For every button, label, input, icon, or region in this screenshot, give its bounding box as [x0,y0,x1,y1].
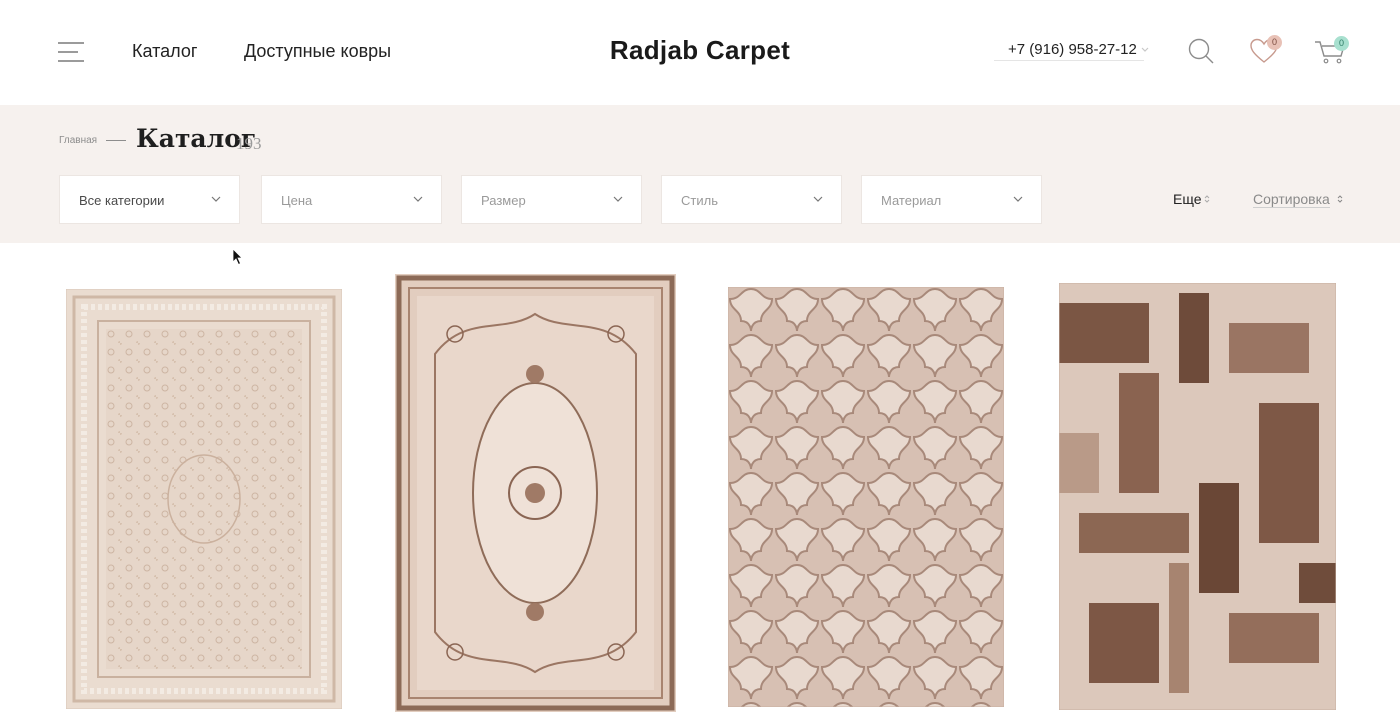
cart-count-badge: 0 [1334,36,1349,51]
chevron-down-icon [211,196,221,202]
product-card-rug-aubusson[interactable] [395,274,676,712]
product-card-rug-abstract-brown[interactable] [1059,283,1336,710]
more-filters-button[interactable]: Еще [1173,191,1202,207]
chevron-down-icon[interactable] [1140,44,1150,54]
filter-size[interactable]: Размер [461,175,642,224]
filter-price[interactable]: Цена [261,175,442,224]
product-card-rug-classic-beige[interactable] [66,289,342,709]
filter-categories[interactable]: Все категории [59,175,240,224]
breadcrumb-separator [106,140,126,141]
site-header: Каталог Доступные ковры Radjab Carpet +7… [0,0,1400,105]
filter-label: Материал [881,193,942,208]
filter-style[interactable]: Стиль [661,175,842,224]
product-card-rug-trellis[interactable] [728,287,1004,707]
mouse-cursor-icon [232,248,243,266]
favorites-count-badge: 0 [1267,35,1282,50]
filter-material[interactable]: Материал [861,175,1042,224]
chevron-down-icon [413,196,423,202]
rug-image [395,274,676,712]
filter-label: Стиль [681,193,718,208]
filter-label: Все категории [79,193,165,208]
rug-image [728,287,1004,707]
search-icon[interactable] [1186,36,1216,66]
breadcrumb-home[interactable]: Главная [59,135,97,146]
phone-number[interactable]: +7 (916) 958-27-12 [994,41,1144,61]
filter-label: Цена [281,193,313,208]
up-down-arrows-icon [1204,195,1210,203]
product-count: 193 [236,134,262,153]
up-down-arrows-icon [1337,195,1343,203]
rug-image [1059,283,1336,710]
chevron-down-icon [613,196,623,202]
chevron-down-icon [813,196,823,202]
filter-label: Размер [481,193,526,208]
rug-image [66,289,342,709]
chevron-down-icon [1013,196,1023,202]
sort-button[interactable]: Сортировка [1253,191,1330,208]
